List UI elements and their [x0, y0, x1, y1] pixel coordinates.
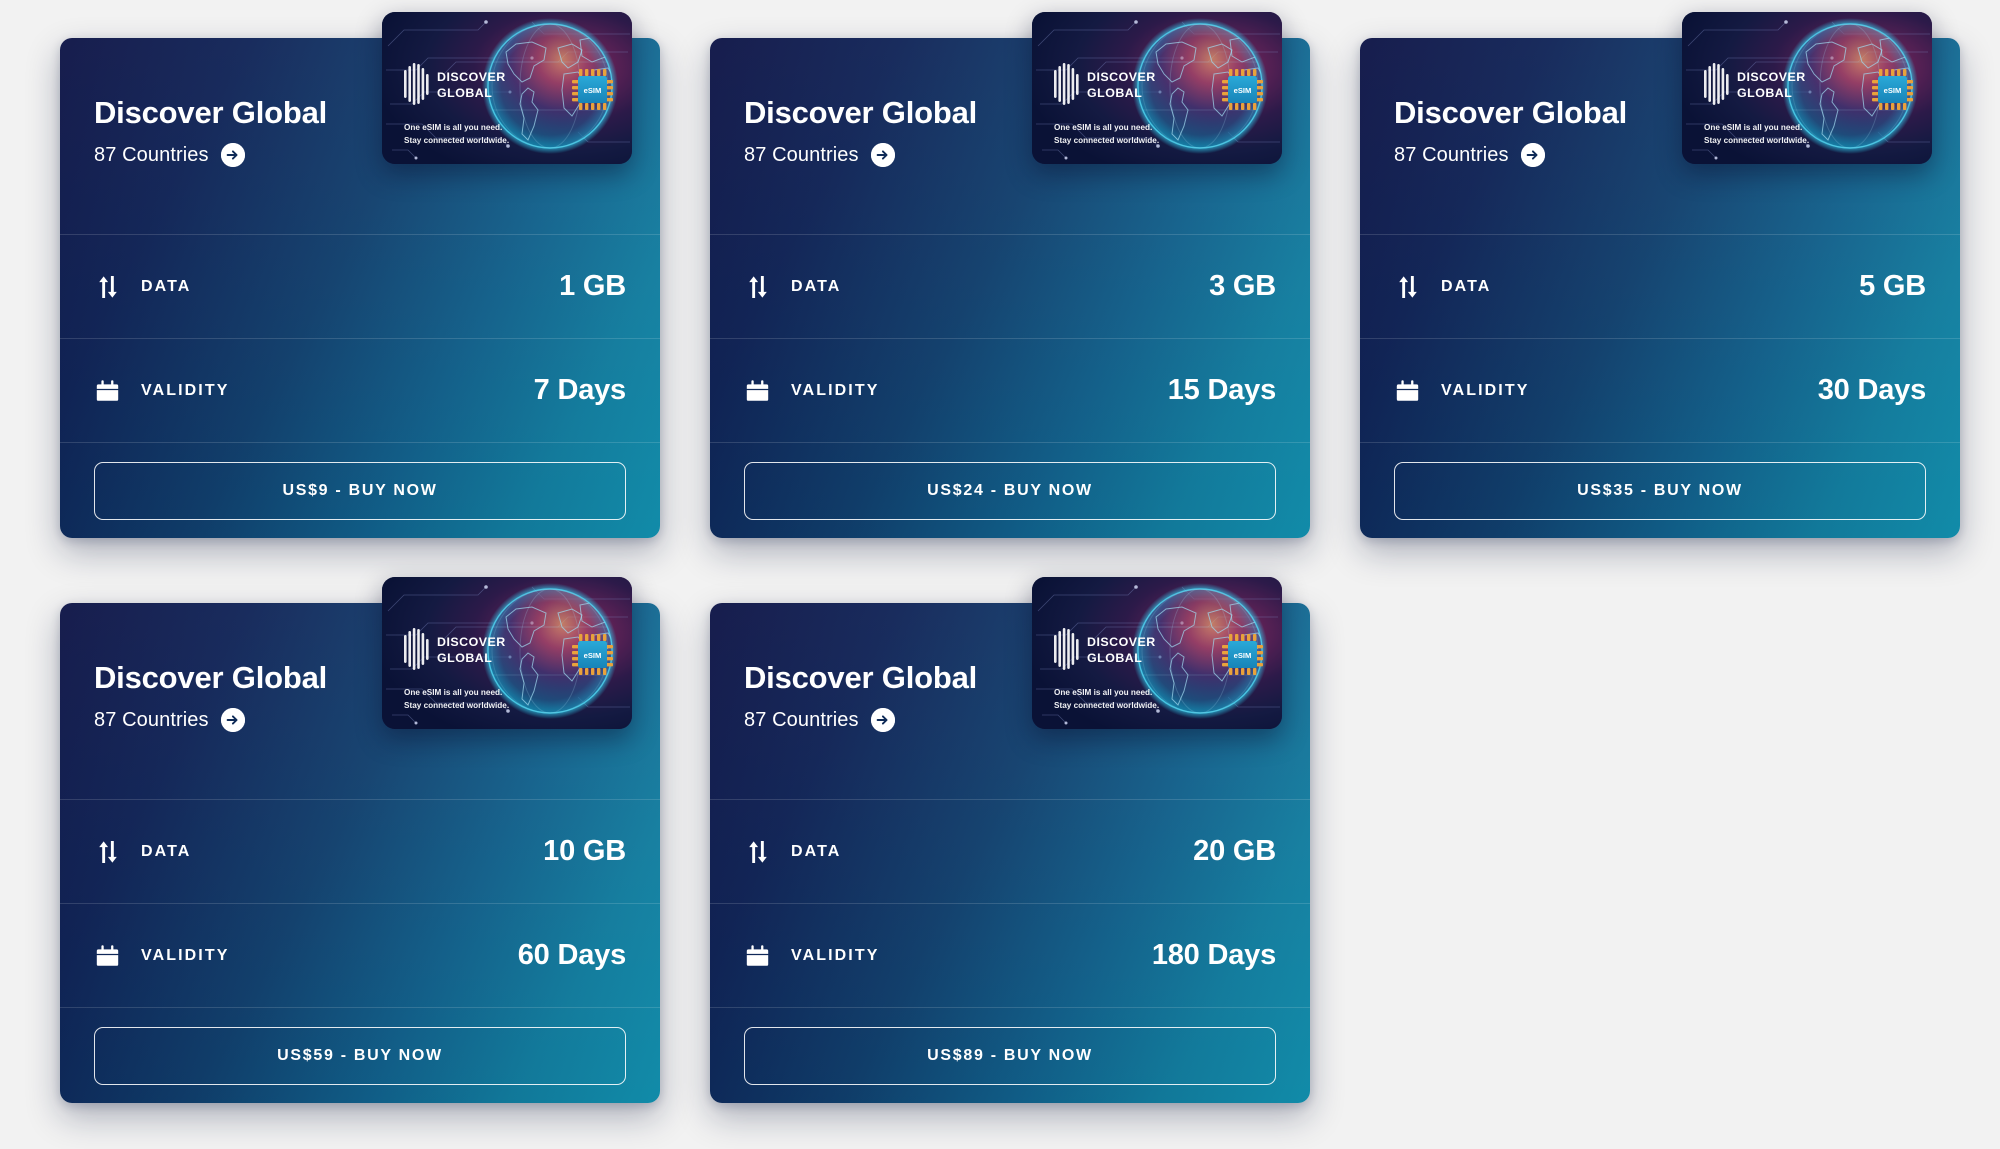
- chip-label: eSIM: [1234, 651, 1252, 660]
- validity-value: 30 Days: [1817, 374, 1926, 406]
- plan-card-2[interactable]: eSIM DISCOVER GLOBAL One eSIM is all you…: [710, 12, 1310, 538]
- brand-line2: GLOBAL: [1087, 651, 1142, 665]
- brand-line2: GLOBAL: [1087, 86, 1142, 100]
- plan-card-5[interactable]: eSIM DISCOVER GLOBAL One eSIM is all you…: [710, 577, 1310, 1103]
- buy-zone: US$24 - BUY NOW: [710, 442, 1310, 538]
- chip-label: eSIM: [1234, 86, 1252, 95]
- calendar-icon: [1394, 376, 1424, 406]
- brand-line2: GLOBAL: [1737, 86, 1792, 100]
- buy-now-button[interactable]: US$35 - BUY NOW: [1394, 461, 1926, 520]
- validity-value: 60 Days: [517, 939, 626, 971]
- validity-value: 180 Days: [1151, 939, 1276, 971]
- data-value: 1 GB: [559, 270, 626, 302]
- validity-label: VALIDITY: [141, 946, 230, 964]
- tagline-line1: One eSIM is all you need.: [1054, 688, 1152, 697]
- chip-label: eSIM: [1884, 86, 1902, 95]
- tagline-line2: Stay connected worldwide.: [1054, 136, 1159, 145]
- brand-line1: DISCOVER: [1737, 70, 1806, 84]
- calendar-icon: [94, 941, 124, 971]
- spec-row-validity: VALIDITY 180 Days: [710, 903, 1310, 1007]
- calendar-icon: [94, 376, 124, 406]
- plan-countries-label: 87 Countries: [1394, 143, 1509, 166]
- spec-row-data: DATA 20 GB: [710, 799, 1310, 903]
- esim-card-artwork: eSIM DISCOVER GLOBAL One eSIM is all you…: [1032, 577, 1282, 729]
- data-label: DATA: [791, 277, 842, 295]
- validity-label: VALIDITY: [791, 946, 880, 964]
- calendar-icon: [744, 941, 774, 971]
- arrow-right-icon[interactable]: [220, 708, 245, 733]
- data-label: DATA: [141, 277, 192, 295]
- data-label: DATA: [1441, 277, 1492, 295]
- buy-now-button[interactable]: US$9 - BUY NOW: [94, 461, 626, 520]
- data-transfer-icon: [94, 837, 124, 867]
- spec-row-validity: VALIDITY 60 Days: [60, 903, 660, 1007]
- spec-row-data: DATA 5 GB: [1360, 234, 1960, 338]
- arrow-right-icon[interactable]: [870, 708, 895, 733]
- validity-value: 7 Days: [533, 374, 627, 406]
- esim-card-artwork: eSIM DISCOVER GLOBAL One eSIM is all you…: [1032, 12, 1282, 164]
- brand-line2: GLOBAL: [437, 86, 492, 100]
- arrow-right-icon[interactable]: [220, 143, 245, 168]
- validity-label: VALIDITY: [141, 381, 230, 399]
- buy-now-button[interactable]: US$24 - BUY NOW: [744, 461, 1276, 520]
- brand-line1: DISCOVER: [1087, 635, 1156, 649]
- buy-now-button[interactable]: US$89 - BUY NOW: [744, 1026, 1276, 1085]
- data-transfer-icon: [94, 272, 124, 302]
- validity-label: VALIDITY: [791, 381, 880, 399]
- data-transfer-icon: [744, 272, 774, 302]
- data-label: DATA: [791, 842, 842, 860]
- data-value: 3 GB: [1209, 270, 1276, 302]
- esim-card-artwork: eSIM DISCOVER GLOBAL One eSIM is all you…: [382, 12, 632, 164]
- calendar-icon: [744, 376, 774, 406]
- brand-line1: DISCOVER: [437, 635, 506, 649]
- spec-row-data: DATA 3 GB: [710, 234, 1310, 338]
- arrow-right-icon[interactable]: [1520, 143, 1545, 168]
- spec-row-validity: VALIDITY 7 Days: [60, 338, 660, 442]
- plan-countries-label: 87 Countries: [94, 143, 209, 166]
- plan-countries-label: 87 Countries: [744, 708, 859, 731]
- arrow-right-icon[interactable]: [870, 143, 895, 168]
- data-transfer-icon: [744, 837, 774, 867]
- tagline-line1: One eSIM is all you need.: [1704, 123, 1802, 132]
- brand-line1: DISCOVER: [437, 70, 506, 84]
- tagline-line1: One eSIM is all you need.: [1054, 123, 1152, 132]
- buy-zone: US$59 - BUY NOW: [60, 1007, 660, 1103]
- plan-countries-label: 87 Countries: [744, 143, 859, 166]
- esim-card-artwork: eSIM DISCOVER GLOBAL One eSIM is all you…: [382, 577, 632, 729]
- data-value: 20 GB: [1193, 835, 1276, 867]
- tagline-line1: One eSIM is all you need.: [404, 688, 502, 697]
- plan-card-4[interactable]: eSIM DISCOVER GLOBAL One eSIM is all you…: [60, 577, 660, 1103]
- spec-row-validity: VALIDITY 30 Days: [1360, 338, 1960, 442]
- plan-card-1[interactable]: eSIM DISCOVER GLOBAL One eSIM is all you…: [60, 12, 660, 538]
- brand-line2: GLOBAL: [437, 651, 492, 665]
- validity-value: 15 Days: [1167, 374, 1276, 406]
- buy-zone: US$89 - BUY NOW: [710, 1007, 1310, 1103]
- data-label: DATA: [141, 842, 192, 860]
- chip-label: eSIM: [584, 86, 602, 95]
- tagline-line1: One eSIM is all you need.: [404, 123, 502, 132]
- spec-row-validity: VALIDITY 15 Days: [710, 338, 1310, 442]
- plans-grid: eSIM DISCOVER GLOBAL One eSIM is all you…: [0, 0, 2000, 1149]
- data-value: 10 GB: [543, 835, 626, 867]
- esim-card-artwork: eSIM DISCOVER GLOBAL One eSIM is all you…: [1682, 12, 1932, 164]
- plan-countries-label: 87 Countries: [94, 708, 209, 731]
- buy-zone: US$9 - BUY NOW: [60, 442, 660, 538]
- tagline-line2: Stay connected worldwide.: [1054, 701, 1159, 710]
- buy-zone: US$35 - BUY NOW: [1360, 442, 1960, 538]
- data-value: 5 GB: [1859, 270, 1926, 302]
- tagline-line2: Stay connected worldwide.: [404, 701, 509, 710]
- spec-row-data: DATA 10 GB: [60, 799, 660, 903]
- data-transfer-icon: [1394, 272, 1424, 302]
- tagline-line2: Stay connected worldwide.: [404, 136, 509, 145]
- chip-label: eSIM: [584, 651, 602, 660]
- plan-card-3[interactable]: eSIM DISCOVER GLOBAL One eSIM is all you…: [1360, 12, 1960, 538]
- spec-row-data: DATA 1 GB: [60, 234, 660, 338]
- brand-line1: DISCOVER: [1087, 70, 1156, 84]
- buy-now-button[interactable]: US$59 - BUY NOW: [94, 1026, 626, 1085]
- tagline-line2: Stay connected worldwide.: [1704, 136, 1809, 145]
- validity-label: VALIDITY: [1441, 381, 1530, 399]
